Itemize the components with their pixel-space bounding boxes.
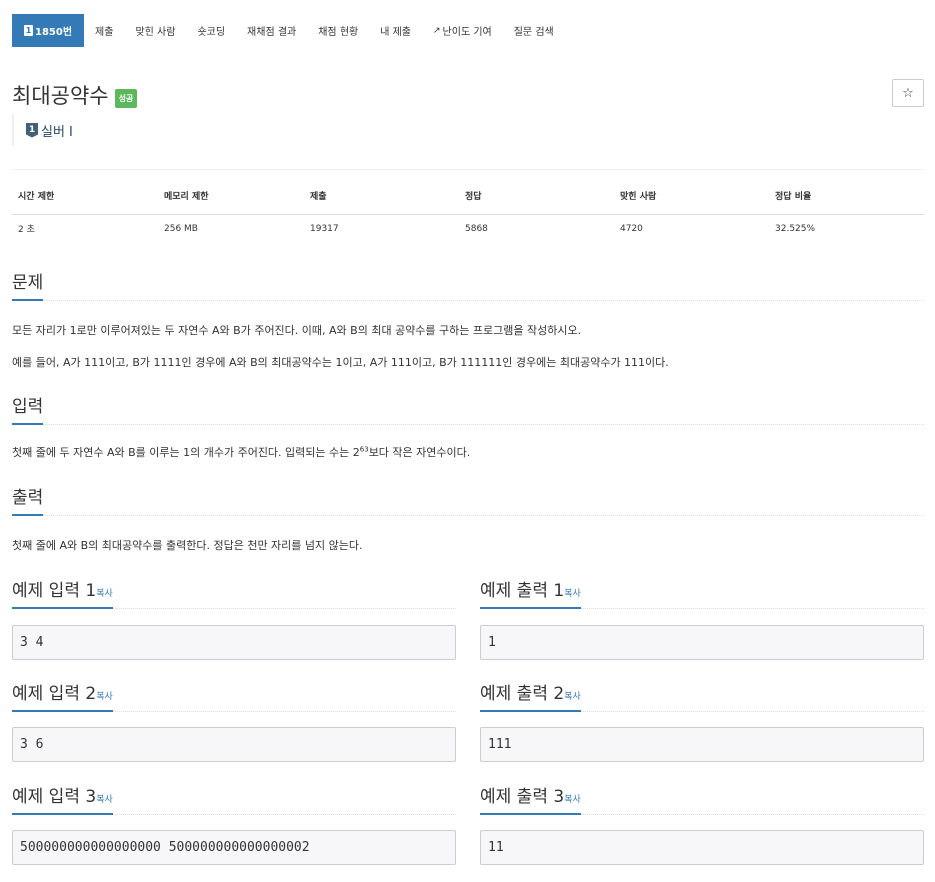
section-output-header: 출력	[12, 483, 924, 516]
description-paragraph-1: 모든 자리가 1로만 이루어져있는 두 자연수 A와 B가 주어진다. 이때, …	[12, 324, 582, 337]
nav-short-coding[interactable]: 숏코딩	[186, 14, 236, 47]
nav-my-submissions[interactable]: 내 제출	[369, 14, 422, 47]
input-paragraph: 첫째 줄에 두 자연수 A와 B를 이루는 1의 개수가 주어진다. 입력되는 …	[12, 444, 470, 460]
sample-output-3-header: 예제 출력 3복사	[480, 782, 924, 815]
submissions-value: 19317	[310, 223, 339, 234]
section-output-title: 출력	[12, 483, 44, 516]
copy-sample-input-1-button[interactable]: 복사	[96, 586, 113, 599]
description-paragraph-2: 예를 들어, A가 111이고, B가 1111인 경우에 A와 B의 최대공약…	[12, 356, 669, 369]
star-icon: ☆	[902, 85, 914, 101]
sample-output-1-box[interactable]: 1	[480, 625, 924, 660]
page-title: 최대공약수	[12, 84, 109, 108]
accept-ratio-value: 32.525%	[775, 223, 816, 234]
copy-sample-input-2-button[interactable]: 복사	[96, 689, 113, 702]
header-submissions: 제출	[304, 185, 459, 215]
nav-rejudge-results[interactable]: 재채점 결과	[236, 14, 307, 47]
copy-sample-output-1-button[interactable]: 복사	[564, 586, 581, 599]
tier-badge-icon: 1	[24, 25, 33, 36]
nav-problem-number[interactable]: 1 1850번	[12, 14, 85, 47]
sample-input-3-title: 예제 입력 3	[12, 787, 97, 807]
sample-input-3-header: 예제 입력 3복사	[12, 782, 456, 815]
nav-problem-number-label: 1850번	[35, 27, 73, 38]
sample-output-2-header: 예제 출력 2복사	[480, 679, 924, 712]
divider	[12, 169, 924, 170]
sample-output-1-title: 예제 출력 1	[480, 581, 565, 601]
nav-question-search[interactable]: 질문 검색	[503, 14, 565, 47]
nav-difficulty-label: 난이도 기여	[442, 27, 492, 38]
copy-sample-output-2-button[interactable]: 복사	[564, 689, 581, 702]
section-input-title: 입력	[12, 392, 44, 425]
table-row: 2 초 256 MB 19317 5868 4720 32.525%	[12, 214, 924, 243]
problem-nav: 1 1850번 제출 맞힌 사람 숏코딩 재채점 결과 채점 현황 내 제출 ↗…	[12, 14, 565, 47]
section-input-header: 입력	[12, 392, 924, 425]
nav-submit[interactable]: 제출	[84, 14, 124, 47]
copy-sample-input-3-button[interactable]: 복사	[96, 792, 113, 805]
accepted-users-value: 4720	[620, 223, 643, 234]
header-memory-limit: 메모리 제한	[158, 185, 304, 215]
external-link-icon: ↗	[433, 25, 441, 36]
sample-input-2-header: 예제 입력 2복사	[12, 679, 456, 712]
time-limit-value: 2 초	[18, 225, 35, 236]
tier-info: 1 실버 I	[12, 114, 73, 146]
sample-input-1-box[interactable]: 3 4	[12, 625, 456, 660]
section-description-header: 문제	[12, 268, 924, 301]
sample-input-2-title: 예제 입력 2	[12, 684, 97, 704]
header-accepted: 정답	[459, 185, 614, 215]
sample-input-2-box[interactable]: 3 6	[12, 727, 456, 762]
title-row: 최대공약수 성공	[12, 80, 138, 110]
sample-input-3-box[interactable]: 500000000000000000 500000000000000002	[12, 830, 456, 865]
sample-output-3-box[interactable]: 11	[480, 830, 924, 865]
accepted-value: 5868	[465, 223, 488, 234]
nav-difficulty-contribution[interactable]: ↗ 난이도 기여	[422, 14, 503, 47]
table-header-row: 시간 제한 메모리 제한 제출 정답 맞힌 사람 정답 비율	[12, 185, 924, 215]
sample-output-1-header: 예제 출력 1복사	[480, 576, 924, 609]
header-accept-ratio: 정답 비율	[769, 185, 924, 215]
header-accepted-users: 맞힌 사람	[614, 185, 769, 215]
favorite-star-button[interactable]: ☆	[892, 79, 924, 107]
tier-label[interactable]: 실버 I	[41, 121, 73, 140]
sample-input-1-title: 예제 입력 1	[12, 581, 97, 601]
nav-judge-status[interactable]: 채점 현황	[307, 14, 369, 47]
header-time-limit: 시간 제한	[12, 185, 158, 215]
nav-accepted-users[interactable]: 맞힌 사람	[124, 14, 186, 47]
output-paragraph: 첫째 줄에 A와 B의 최대공약수를 출력한다. 정답은 천만 자리를 넘지 않…	[12, 539, 363, 552]
problem-info-table: 시간 제한 메모리 제한 제출 정답 맞힌 사람 정답 비율 2 초 256 M…	[12, 185, 924, 243]
copy-sample-output-3-button[interactable]: 복사	[564, 792, 581, 805]
sample-output-3-title: 예제 출력 3	[480, 787, 565, 807]
input-exponent: 63	[359, 445, 369, 454]
status-badge: 성공	[114, 88, 138, 108]
memory-limit-value: 256 MB	[164, 223, 198, 234]
sample-output-2-title: 예제 출력 2	[480, 684, 565, 704]
section-description-title: 문제	[12, 268, 44, 301]
sample-output-2-box[interactable]: 111	[480, 727, 924, 762]
silver-tier-icon: 1	[26, 122, 38, 138]
input-text-before: 첫째 줄에 두 자연수 A와 B를 이루는 1의 개수가 주어진다. 입력되는 …	[12, 446, 360, 459]
input-text-after: 보다 작은 자연수이다.	[368, 446, 471, 459]
sample-input-1-header: 예제 입력 1복사	[12, 576, 456, 609]
